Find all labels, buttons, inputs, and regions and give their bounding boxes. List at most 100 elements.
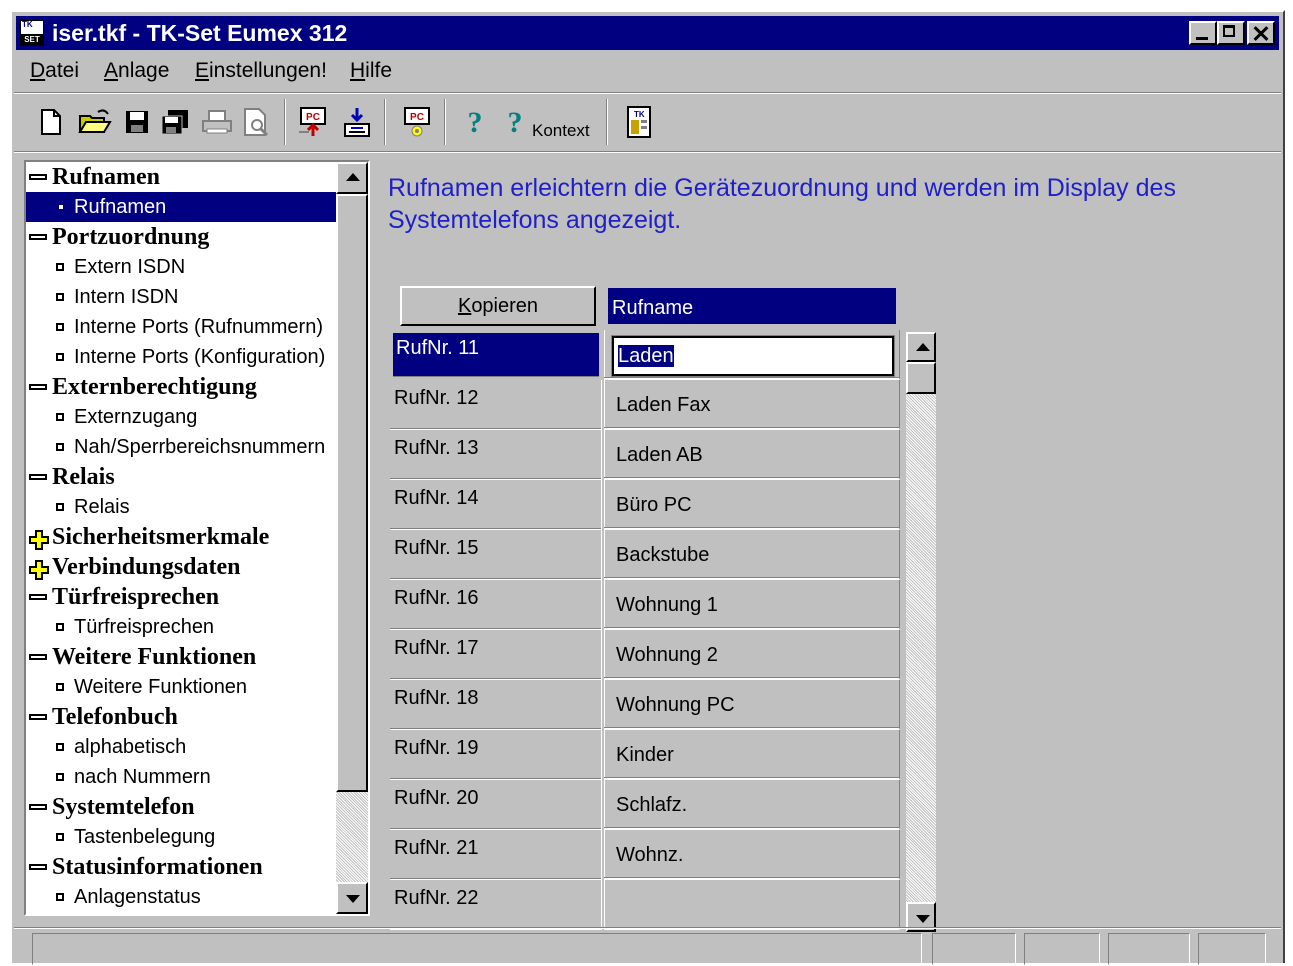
tree-item-alphabetisch[interactable]: alphabetisch [26,732,338,762]
row-header[interactable]: RufNr. 22 [390,880,602,930]
row-header[interactable]: RufNr. 15 [390,530,602,580]
menu-datei[interactable]: Datei [30,59,79,83]
expand-plus-icon[interactable] [29,558,49,580]
tree-group-portzuordnung[interactable]: Portzuordnung [26,222,338,252]
tree-item-extern-isdn[interactable]: Extern ISDN [26,252,338,282]
row-header[interactable]: RufNr. 14 [390,480,602,530]
context-help-label[interactable]: Kontext [532,121,590,141]
window-title: iser.tkf - TK-Set Eumex 312 [52,20,348,46]
grid-scrollbar[interactable] [906,332,936,932]
rufname-cell[interactable]: Büro PC [604,480,900,530]
minimize-button[interactable] [1189,21,1217,45]
rufname-cell[interactable]: Backstube [604,530,900,580]
collapse-minus-icon[interactable] [29,384,47,390]
save-all-icon[interactable] [158,104,192,140]
pc-settings-icon[interactable]: PC [400,104,434,140]
tree-label: Intern ISDN [74,286,179,308]
bullet-icon [56,833,64,841]
tree-group-externberechtigung[interactable]: Externberechtigung [26,372,338,402]
row-header[interactable]: RufNr. 20 [390,780,602,830]
help-icon[interactable]: ? [458,104,492,140]
tree-item-rufnamen[interactable]: Rufnamen [26,192,338,222]
menu-hilfe[interactable]: Hilfe [350,59,392,83]
maximize-button[interactable] [1217,21,1245,45]
tree-group-türfreisprechen[interactable]: Türfreisprechen [26,582,338,612]
row-header[interactable]: RufNr. 12 [390,380,602,430]
rufname-cell[interactable]: Wohnz. [604,830,900,880]
context-help-icon[interactable]: ? [498,104,532,140]
tree-scroll-up-button[interactable] [336,162,368,194]
tree-item-tastenbelegung[interactable]: Tastenbelegung [26,822,338,852]
tree-group-rufnamen[interactable]: Rufnamen [26,162,338,192]
kopieren-button[interactable]: Kopieren [400,286,596,326]
collapse-minus-icon[interactable] [29,864,47,870]
menu-anlage[interactable]: Anlage [104,59,169,83]
row-header[interactable]: RufNr. 17 [390,630,602,680]
rufname-cell[interactable]: Kinder [604,730,900,780]
tree-item-nach-nummern[interactable]: nach Nummern [26,762,338,792]
tree-item-anlagenstatus[interactable]: Anlagenstatus [26,882,338,912]
tree-group-verbindungsdaten[interactable]: Verbindungsdaten [26,552,338,582]
collapse-minus-icon[interactable] [29,714,47,720]
save-icon[interactable] [120,104,154,140]
expand-plus-icon[interactable] [29,528,49,550]
tree-item-weitere-funktionen[interactable]: Weitere Funktionen [26,672,338,702]
row-header[interactable]: RufNr. 18 [390,680,602,730]
tree-label: Sicherheitsmerkmale [52,524,270,550]
tree-item-türfreisprechen[interactable]: Türfreisprechen [26,612,338,642]
rufname-cell[interactable]: Laden AB [604,430,900,480]
tree-group-weitere-funktionen[interactable]: Weitere Funktionen [26,642,338,672]
tree-scroll-thumb[interactable] [336,194,368,792]
app-icon[interactable]: TK SET [20,20,44,46]
row-header[interactable]: RufNr. 21 [390,830,602,880]
collapse-minus-icon[interactable] [29,804,47,810]
rufname-cell[interactable]: Laden Fax [604,380,900,430]
tree-group-statusinformationen[interactable]: Statusinformationen [26,852,338,882]
collapse-minus-icon[interactable] [29,234,47,240]
tree-label: Rufnamen [74,192,171,222]
row-header[interactable]: RufNr. 19 [390,730,602,780]
tree-group-telefonbuch[interactable]: Telefonbuch [26,702,338,732]
collapse-minus-icon[interactable] [29,174,47,180]
rufname-cell[interactable] [604,880,900,930]
tree-item-nah-sperrbereichsnummern[interactable]: Nah/Sperrbereichsnummern [26,432,338,462]
tree-group-systemtelefon[interactable]: Systemtelefon [26,792,338,822]
tree-item-interne-ports-konfiguration[interactable]: Interne Ports (Konfiguration) [26,342,338,372]
tree-scrollbar[interactable] [336,162,368,914]
about-icon[interactable]: TK [622,104,656,140]
bullet-icon [56,683,64,691]
bullet-icon [56,773,64,781]
rufname-cell[interactable]: Wohnung 1 [604,580,900,630]
rufname-cell[interactable]: Wohnung PC [604,680,900,730]
tree-group-sicherheitsmerkmale[interactable]: Sicherheitsmerkmale [26,522,338,552]
tree-scroll-down-button[interactable] [336,882,368,914]
rufname-edit-field[interactable]: Laden [611,335,895,377]
row-header[interactable]: RufNr. 13 [390,430,602,480]
tree-item-interne-ports-rufnummern[interactable]: Interne Ports (Rufnummern) [26,312,338,342]
new-file-icon[interactable] [34,104,68,140]
tree-label: Systemtelefon [52,794,195,820]
print-preview-icon[interactable] [240,104,274,140]
collapse-minus-icon[interactable] [29,474,47,480]
title-bar[interactable]: TK SET iser.tkf - TK-Set Eumex 312 [16,16,1279,50]
tree-item-intern-isdn[interactable]: Intern ISDN [26,282,338,312]
collapse-minus-icon[interactable] [29,594,47,600]
device-to-pc-icon[interactable] [340,104,374,140]
collapse-minus-icon[interactable] [29,654,47,660]
rufname-cell[interactable]: Wohnung 2 [604,630,900,680]
tree-item-relais[interactable]: Relais [26,492,338,522]
close-button[interactable] [1247,21,1275,45]
rufname-cell[interactable]: Schlafz. [604,780,900,830]
pc-to-device-icon[interactable]: PC [296,104,330,140]
grid-row: RufNr. 20 Schlafz. [390,780,902,830]
grid-scroll-thumb[interactable] [906,362,936,394]
open-folder-icon[interactable] [78,104,112,140]
grid-scroll-up-button[interactable] [906,332,936,362]
row-header[interactable]: RufNr. 16 [390,580,602,630]
print-icon[interactable] [200,104,234,140]
tree-item-externzugang[interactable]: Externzugang [26,402,338,432]
tree-group-relais[interactable]: Relais [26,462,338,492]
menu-einstellungen[interactable]: Einstellungen! [195,59,327,83]
row-header[interactable]: RufNr. 11 [390,330,602,380]
svg-text:PC: PC [306,112,320,123]
